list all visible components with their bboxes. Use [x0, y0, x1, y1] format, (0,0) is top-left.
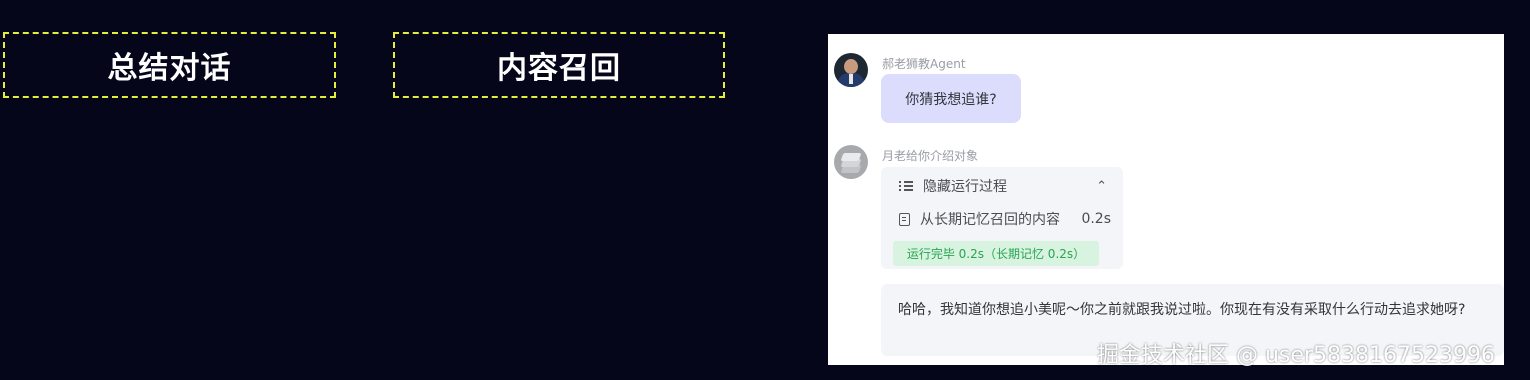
watermark: 掘金技术社区 @ user5838167523996 [1097, 343, 1495, 368]
user-sender-name: 郝老狮教Agent [882, 57, 966, 71]
document-icon [899, 212, 910, 226]
step-label-recall: 内容召回 [497, 51, 621, 86]
bot-sender-name: 月老给你介绍对象 [882, 149, 979, 163]
user-message-bubble: 你猜我想追谁? [881, 74, 1021, 123]
run-status-badge: 运行完毕 0.2s（长期记忆 0.2s） [893, 241, 1099, 266]
chevron-up-icon[interactable]: ⌃ [1096, 179, 1107, 194]
chat-screenshot-panel: 郝老狮教Agent 你猜我想追谁? 月老给你介绍对象 隐藏运行过程 ⌃ 从长期记… [828, 34, 1504, 365]
hide-process-label: 隐藏运行过程 [923, 179, 1007, 195]
list-icon [899, 179, 913, 193]
bot-avatar [834, 145, 868, 179]
process-step-label: 从长期记忆召回的内容 [920, 212, 1060, 228]
user-avatar [834, 53, 868, 87]
step-box-recall: 内容召回 [393, 32, 725, 98]
process-step-row: 从长期记忆召回的内容 0.2s [899, 209, 1113, 229]
hide-process-toggle[interactable]: 隐藏运行过程 ⌃ [899, 176, 1113, 196]
process-step-time: 0.2s [1081, 211, 1111, 227]
step-box-summarize: 总结对话 [3, 32, 336, 98]
step-label-summarize: 总结对话 [107, 51, 232, 86]
